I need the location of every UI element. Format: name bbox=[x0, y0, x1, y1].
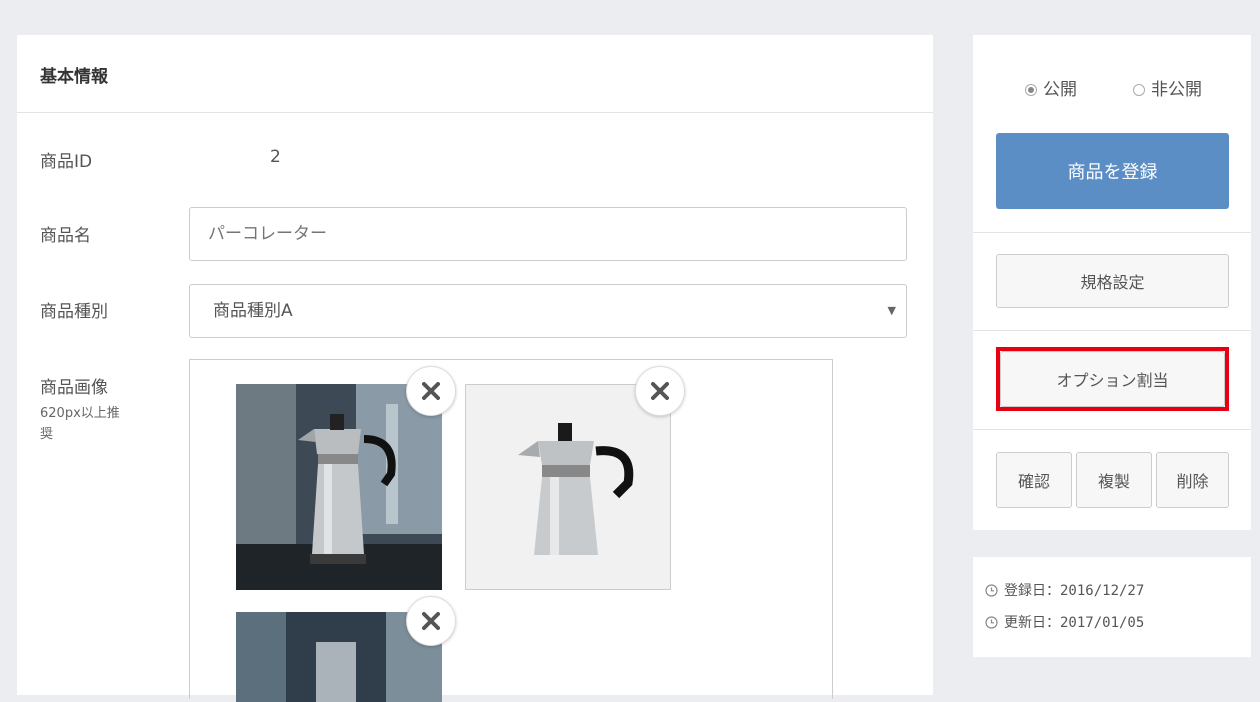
remove-image-3-button[interactable] bbox=[406, 596, 456, 646]
action-panel: 公開 非公開 商品を登録 規格設定 オプション割当 確認 複製 削除 bbox=[973, 35, 1251, 530]
confirm-button[interactable]: 確認 bbox=[996, 452, 1072, 508]
status-public-radio[interactable]: 公開 bbox=[1025, 75, 1077, 100]
radio-unchecked-icon bbox=[1133, 84, 1145, 96]
product-name-label: 商品名 bbox=[40, 226, 91, 246]
status-private-label: 非公開 bbox=[1151, 80, 1202, 100]
updated-date: 更新日：2017/01/05 bbox=[985, 612, 1144, 632]
spec-settings-button[interactable]: 規格設定 bbox=[996, 254, 1229, 308]
delete-button[interactable]: 削除 bbox=[1156, 452, 1229, 508]
divider bbox=[973, 232, 1251, 233]
created-date-text: 登録日：2016/12/27 bbox=[1004, 583, 1145, 599]
close-icon bbox=[422, 612, 440, 630]
chevron-down-icon: ▼ bbox=[887, 304, 896, 317]
product-image-2 bbox=[465, 384, 671, 590]
product-type-label: 商品種別 bbox=[40, 302, 108, 322]
panel-header: 基本情報 bbox=[17, 35, 933, 113]
register-product-button[interactable]: 商品を登録 bbox=[996, 133, 1229, 209]
status-private-radio[interactable]: 非公開 bbox=[1133, 75, 1202, 100]
divider bbox=[973, 330, 1251, 331]
close-icon bbox=[422, 382, 440, 400]
image-upload-area[interactable] bbox=[189, 359, 833, 702]
created-date: 登録日：2016/12/27 bbox=[985, 580, 1144, 600]
product-id-value: 2 bbox=[270, 147, 281, 167]
basic-info-panel: 基本情報 商品ID 2 商品名 商品種別 商品種別A ▼ 商品画像 620px以… bbox=[17, 35, 933, 702]
product-type-value: 商品種別A bbox=[213, 301, 293, 321]
close-icon bbox=[651, 382, 669, 400]
updated-date-text: 更新日：2017/01/05 bbox=[1004, 615, 1145, 631]
product-image-label: 商品画像 bbox=[40, 378, 108, 398]
dates-panel: 登録日：2016/12/27 更新日：2017/01/05 bbox=[973, 557, 1251, 657]
divider bbox=[973, 429, 1251, 430]
remove-image-1-button[interactable] bbox=[406, 366, 456, 416]
status-public-label: 公開 bbox=[1043, 80, 1077, 100]
product-name-input[interactable] bbox=[189, 207, 907, 261]
remove-image-2-button[interactable] bbox=[635, 366, 685, 416]
product-type-select[interactable]: 商品種別A ▼ bbox=[189, 284, 907, 338]
panel-title: 基本情報 bbox=[40, 67, 108, 87]
product-image-1 bbox=[236, 384, 442, 590]
radio-checked-icon bbox=[1025, 84, 1037, 96]
clock-icon bbox=[985, 584, 998, 597]
option-assign-button[interactable]: オプション割当 bbox=[1000, 351, 1225, 407]
clock-icon bbox=[985, 616, 998, 629]
product-id-label: 商品ID bbox=[40, 152, 93, 172]
product-image-hint: 620px以上推奨 bbox=[40, 406, 120, 442]
duplicate-button[interactable]: 複製 bbox=[1076, 452, 1152, 508]
